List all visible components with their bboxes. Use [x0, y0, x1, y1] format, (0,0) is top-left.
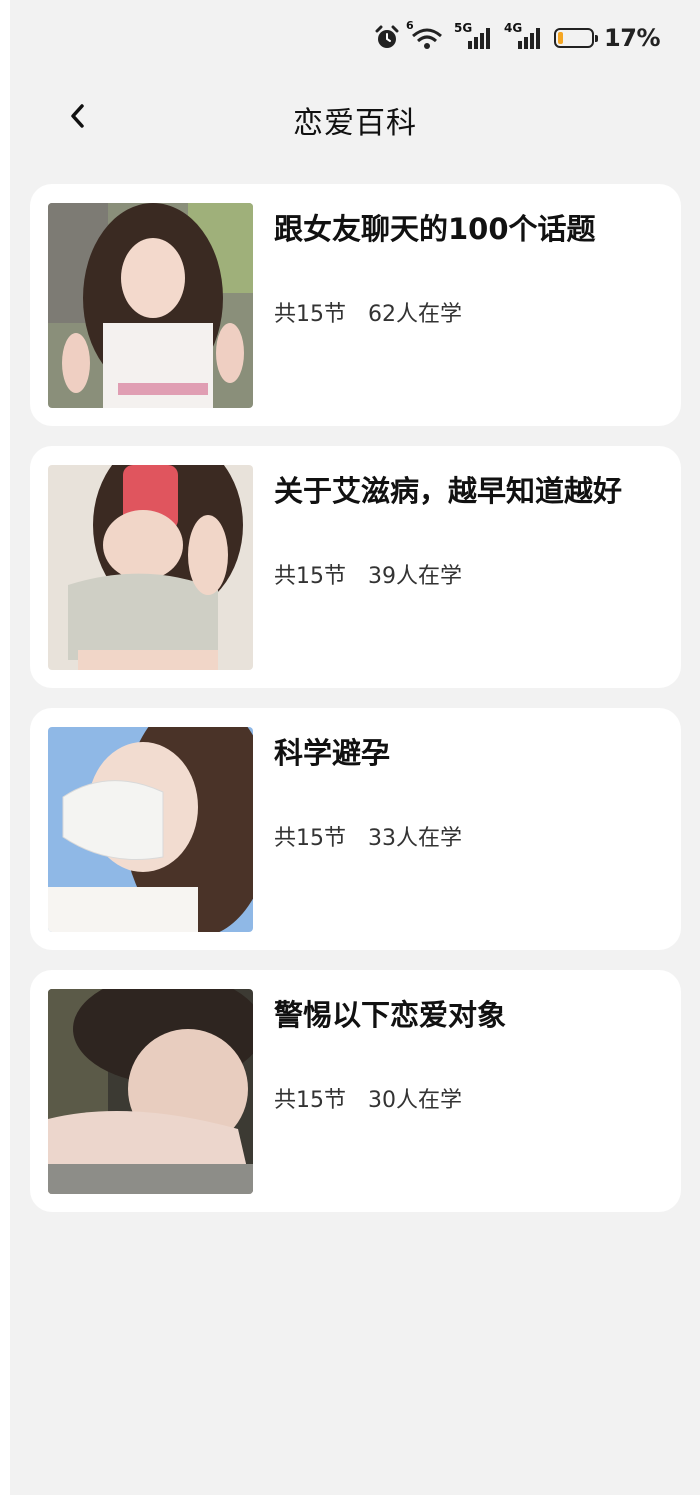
course-card[interactable]: 警惕以下恋爱对象 共15节 30人在学: [30, 970, 681, 1212]
battery-percent: 17%: [604, 24, 660, 52]
battery-icon: [554, 28, 599, 48]
learner-count: 39人在学: [368, 564, 462, 589]
learner-count: 62人在学: [368, 302, 462, 327]
course-meta: 共15节 39人在学: [274, 558, 462, 590]
battery-level: [558, 32, 564, 44]
course-thumbnail: [48, 465, 253, 670]
course-card[interactable]: 科学避孕 共15节 33人在学: [30, 708, 681, 950]
lesson-count: 共15节: [274, 1088, 346, 1113]
course-meta: 共15节 62人在学: [274, 296, 462, 328]
net-5g-label: 5G: [454, 21, 473, 35]
course-meta: 共15节 30人在学: [274, 1082, 462, 1114]
screen: 6 5G 4G 17% 恋爱百科 跟女友聊天的100个话题 共15节 62人在学…: [10, 0, 700, 1495]
lesson-count: 共15节: [274, 826, 346, 851]
course-title: 关于艾滋病，越早知道越好: [274, 474, 623, 508]
wifi-icon: 6: [406, 19, 444, 51]
learner-count: 33人在学: [368, 826, 462, 851]
course-title: 科学避孕: [274, 736, 391, 770]
signal-5g-icon: 5G: [454, 21, 494, 51]
course-thumbnail: [48, 203, 253, 408]
course-thumbnail: [48, 989, 253, 1194]
course-title: 警惕以下恋爱对象: [274, 998, 507, 1032]
lesson-count: 共15节: [274, 302, 346, 327]
header: 恋爱百科: [10, 88, 700, 148]
status-bar: 6 5G 4G 17%: [374, 19, 660, 56]
alarm-icon: [374, 25, 400, 51]
learner-count: 30人在学: [368, 1088, 462, 1113]
lesson-count: 共15节: [274, 564, 346, 589]
wifi-badge: 6: [406, 19, 414, 32]
course-title: 跟女友聊天的100个话题: [274, 212, 596, 246]
course-list: 跟女友聊天的100个话题 共15节 62人在学 关于艾滋病，越早知道越好 共15…: [30, 184, 681, 1212]
course-thumbnail: [48, 727, 253, 932]
course-card[interactable]: 关于艾滋病，越早知道越好 共15节 39人在学: [30, 446, 681, 688]
course-meta: 共15节 33人在学: [274, 820, 462, 852]
net-4g-label: 4G: [504, 21, 523, 35]
page-title: 恋爱百科: [293, 106, 417, 141]
signal-4g-icon: 4G: [504, 21, 544, 51]
course-card[interactable]: 跟女友聊天的100个话题 共15节 62人在学: [30, 184, 681, 426]
